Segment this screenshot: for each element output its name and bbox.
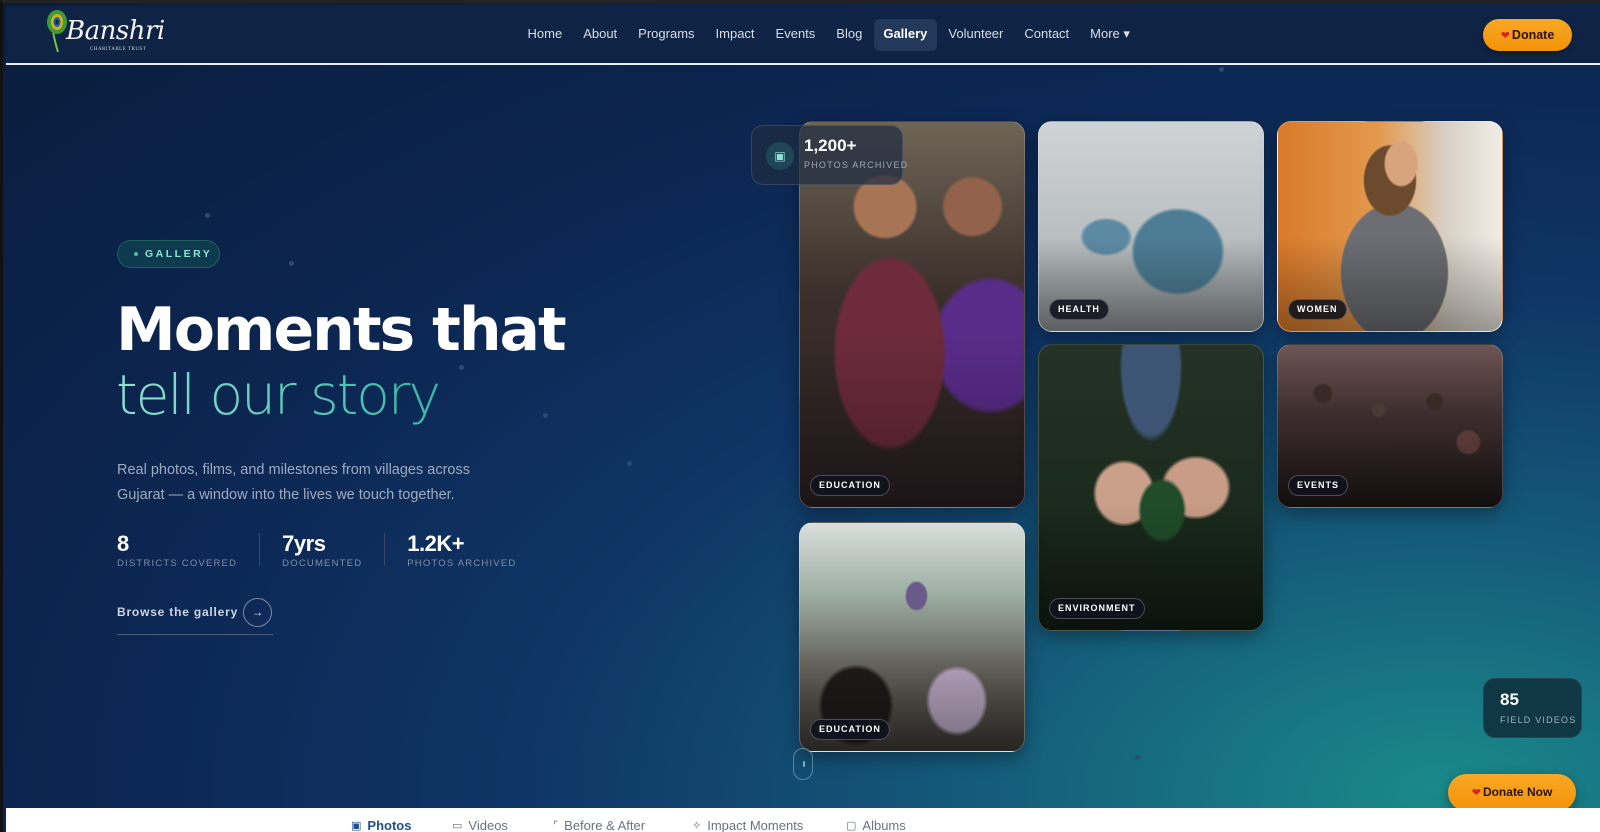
stat-value: 7yrs: [282, 531, 326, 556]
decor-dot: [1135, 755, 1140, 760]
nav-volunteer[interactable]: Volunteer: [939, 19, 1013, 51]
stat-value: 8: [117, 531, 129, 556]
nav-more-dropdown[interactable]: More ▾: [1081, 19, 1140, 51]
stat-label: DOCUMENTED: [282, 558, 363, 569]
tab-label: Videos: [468, 818, 508, 832]
browse-gallery-label: Browse the gallery: [117, 605, 239, 619]
stat-label: DISTRICTS COVERED: [117, 558, 238, 569]
tab-videos[interactable]: ▭ Videos: [452, 818, 508, 832]
section-pill: GALLERY: [117, 240, 220, 268]
tab-impact-moments[interactable]: ✧ Impact Moments: [692, 818, 803, 832]
nav-events[interactable]: Events: [766, 19, 825, 51]
site-header: Banshri CHARITABLE TRUST Home About Prog…: [6, 6, 1600, 65]
photos-archived-label: PHOTOS ARCHIVED: [804, 160, 909, 170]
decor-dot: [289, 261, 294, 266]
heart-icon: ❤: [1500, 30, 1510, 42]
card-shade: [800, 523, 1024, 751]
image-icon: ▣: [766, 142, 794, 170]
nav-gallery[interactable]: Gallery: [873, 19, 937, 51]
logo-text: Banshri: [66, 16, 165, 46]
page: Banshri CHARITABLE TRUST Home About Prog…: [0, 0, 1600, 832]
section-pill-label: GALLERY: [145, 248, 213, 260]
logo[interactable]: Banshri CHARITABLE TRUST: [44, 8, 165, 54]
stat-documented: 7yrs DOCUMENTED: [282, 531, 386, 569]
photos-archived-badge: ▣ 1,200+ PHOTOS ARCHIVED: [751, 125, 907, 185]
tab-label: Before & After: [564, 818, 646, 832]
decor-dot: [1219, 67, 1224, 72]
scroll-indicator[interactable]: [793, 748, 813, 780]
stat-value: 1.2K+: [407, 531, 465, 556]
card-tag: EVENTS: [1288, 475, 1349, 496]
hero-title-line2: tell our story: [116, 363, 441, 427]
donate-button-label: Donate: [1511, 28, 1555, 42]
field-videos-value: 85: [1500, 690, 1519, 709]
gallery-card-health[interactable]: HEALTH: [1038, 121, 1264, 332]
donate-now-button[interactable]: ❤ Donate Now: [1448, 774, 1576, 811]
photos-archived-value: 1,200+: [804, 136, 857, 155]
donate-now-label: Donate Now: [1482, 785, 1553, 799]
main-nav: Home About Programs Impact Events Blog G…: [518, 19, 1139, 51]
gallery-card-women[interactable]: WOMEN: [1277, 121, 1503, 332]
pill-dot-icon: [134, 252, 138, 256]
nav-home[interactable]: Home: [518, 19, 572, 51]
nav-contact[interactable]: Contact: [1015, 19, 1079, 51]
hero-description: Real photos, films, and milestones from …: [117, 462, 470, 503]
hero-stats: 8 DISTRICTS COVERED 7yrs DOCUMENTED 1.2K…: [117, 531, 560, 570]
card-shade: [1039, 345, 1263, 630]
stat-districts: 8 DISTRICTS COVERED: [117, 531, 261, 569]
browse-gallery-link[interactable]: Browse the gallery →: [117, 598, 273, 635]
hero-title-line1: Moments that: [116, 295, 567, 365]
nav-about[interactable]: About: [574, 19, 627, 51]
tab-label: Albums: [862, 818, 906, 832]
photo-icon: ▣: [351, 820, 362, 832]
nav-programs[interactable]: Programs: [629, 19, 704, 51]
decor-dot: [627, 461, 632, 466]
gallery-card-education-2[interactable]: EDUCATION: [799, 522, 1025, 752]
arrow-right-icon[interactable]: →: [243, 598, 272, 627]
decor-dot: [543, 413, 548, 418]
donate-button[interactable]: ❤ Donate: [1483, 19, 1572, 51]
video-icon: ▭: [452, 820, 463, 832]
stat-label: PHOTOS ARCHIVED: [407, 558, 517, 569]
card-tag: WOMEN: [1288, 299, 1347, 320]
card-tag: HEALTH: [1049, 299, 1109, 320]
logo-subtitle: CHARITABLE TRUST: [90, 47, 147, 52]
tab-albums[interactable]: ▢ Albums: [846, 818, 906, 832]
decor-dot: [459, 365, 464, 370]
decor-dot: [205, 213, 210, 218]
folder-icon: ▢: [846, 820, 857, 832]
tab-label: Impact Moments: [707, 818, 804, 832]
card-tag: EDUCATION: [810, 719, 890, 740]
sparkle-icon: ✧: [692, 820, 702, 832]
stat-photos: 1.2K+ PHOTOS ARCHIVED: [407, 531, 538, 570]
card-tag: EDUCATION: [810, 475, 890, 496]
field-videos-label: FIELD VIDEOS: [1500, 715, 1577, 725]
nav-impact[interactable]: Impact: [706, 19, 764, 51]
tab-photos[interactable]: ▣ Photos: [351, 818, 411, 832]
tab-before-after[interactable]: ⌜ Before & After: [553, 818, 645, 832]
tab-label: Photos: [367, 818, 412, 832]
heart-icon: ❤: [1471, 787, 1481, 799]
gallery-card-events[interactable]: EVENTS: [1277, 344, 1503, 508]
gallery-tabs: ▣ Photos ▭ Videos ⌜ Before & After ✧ Imp…: [6, 808, 1600, 832]
field-videos-badge: 85 FIELD VIDEOS: [1483, 678, 1582, 738]
gallery-card-environment[interactable]: ENVIRONMENT: [1038, 344, 1264, 631]
nav-blog[interactable]: Blog: [827, 19, 872, 51]
card-tag: ENVIRONMENT: [1049, 598, 1145, 619]
compare-icon: ⌜: [553, 820, 559, 832]
